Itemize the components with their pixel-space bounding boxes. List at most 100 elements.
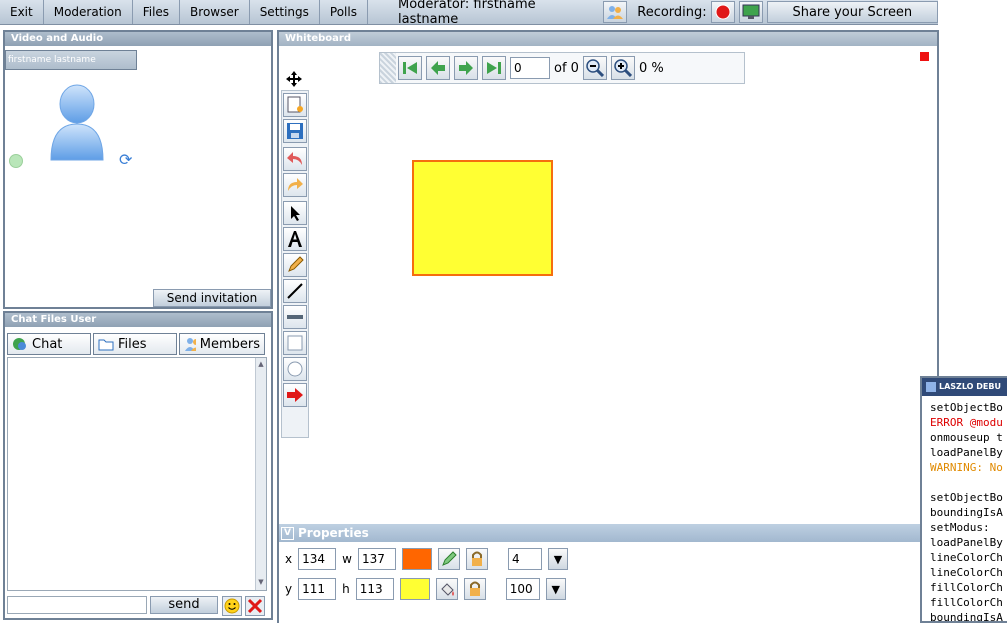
screen-share-icon-button[interactable] <box>738 1 763 23</box>
prev-page-icon <box>431 61 445 75</box>
page-number-input[interactable]: 0 <box>510 57 550 79</box>
paint-bucket-icon <box>441 583 454 596</box>
first-page-button[interactable] <box>398 56 422 80</box>
video-username: firstname lastname <box>5 50 137 70</box>
properties-title: Properties <box>298 526 369 540</box>
y-field[interactable]: 111 <box>298 578 337 600</box>
tab-files[interactable]: Files <box>93 333 177 355</box>
scroll-down-icon[interactable]: ▼ <box>257 578 265 588</box>
zoom-in-button[interactable] <box>610 56 635 80</box>
tab-members[interactable]: Members <box>179 333 265 355</box>
text-tool-button[interactable] <box>283 227 307 251</box>
smiley-icon[interactable] <box>222 596 242 616</box>
y-label: y <box>285 582 293 596</box>
rectangle-tool-button[interactable] <box>283 331 307 355</box>
send-button[interactable]: send <box>150 596 218 614</box>
moderator-users-button[interactable] <box>603 1 628 23</box>
line-tool-button[interactable] <box>283 279 307 303</box>
tab-chat[interactable]: Chat <box>7 333 91 355</box>
moderator-label: Moderator: firstname lastname <box>397 0 536 27</box>
chat-input[interactable] <box>7 596 147 614</box>
menu-exit[interactable]: Exit <box>0 0 44 24</box>
whiteboard-panel: Whiteboard 0 of 0 0 % V Properties x 134… <box>277 30 939 623</box>
prev-page-button[interactable] <box>426 56 450 80</box>
opacity-select[interactable]: 100 <box>505 578 540 600</box>
audio-level-icon <box>9 154 23 168</box>
line-width-select[interactable]: 4 <box>507 548 542 570</box>
ellipse-tool-button[interactable] <box>283 357 307 381</box>
line-color-swatch[interactable] <box>401 548 432 570</box>
page-count-label: of 0 <box>554 60 579 76</box>
menu-browser[interactable]: Browser <box>180 0 250 24</box>
undo-button[interactable] <box>283 147 307 171</box>
line-pencil-button[interactable] <box>437 548 460 570</box>
users-icon <box>607 6 624 19</box>
zoom-out-button[interactable] <box>582 56 607 80</box>
clear-chat-icon[interactable] <box>245 596 265 616</box>
pointer-tool-button[interactable] <box>283 201 307 225</box>
menu-settings[interactable]: Settings <box>250 0 320 24</box>
refresh-icon[interactable]: ⟳ <box>119 150 132 169</box>
first-page-icon <box>403 62 417 74</box>
line-lock-button[interactable] <box>465 548 488 570</box>
w-field[interactable]: 137 <box>357 548 396 570</box>
x-field[interactable]: 134 <box>298 548 337 570</box>
menu-polls[interactable]: Polls <box>320 0 368 24</box>
properties-header[interactable]: V Properties <box>279 524 937 542</box>
nav-grip <box>380 53 396 83</box>
folder-icon <box>98 339 114 351</box>
chat-panel-title: Chat Files User <box>5 313 271 327</box>
chat-scrollbar[interactable]: ▲ ▼ <box>255 358 266 590</box>
whiteboard-rectangle-shape[interactable] <box>412 160 553 276</box>
chevron-down-icon: ▼ <box>553 552 563 566</box>
properties-row-top: x 134 w 137 4 ▼ <box>285 548 568 570</box>
send-invitation-button[interactable]: Send invitation <box>153 289 271 307</box>
pencil-icon <box>442 551 457 566</box>
recording-label: Recording: <box>637 4 707 20</box>
collapse-icon[interactable]: V <box>281 526 294 540</box>
tab-members-label: Members <box>199 336 260 352</box>
next-page-button[interactable] <box>454 56 478 80</box>
menu-files[interactable]: Files <box>133 0 181 24</box>
scroll-up-icon[interactable]: ▲ <box>257 360 265 370</box>
debugger-log-line: loadPanelBy <box>930 446 1003 459</box>
menu-bar: Exit Moderation Files Browser Settings P… <box>0 0 938 27</box>
fill-bucket-button[interactable] <box>435 578 458 600</box>
save-button[interactable] <box>283 119 307 143</box>
fill-color-swatch[interactable] <box>399 578 430 600</box>
properties-panel: V Properties x 134 w 137 4 ▼ y 111 h 113… <box>279 524 937 623</box>
opacity-dropdown[interactable]: ▼ <box>545 578 566 600</box>
drawing-toolbox <box>281 90 309 438</box>
arrow-tool-button[interactable] <box>283 383 307 407</box>
share-screen-button[interactable]: Share your Screen <box>766 1 938 23</box>
debugger-window[interactable]: LASZLO DEBU setObjectBo ERROR @modu onmous… <box>920 376 1007 623</box>
debugger-log-line: ERROR @modu <box>930 416 1003 429</box>
video-audio-title: Video and Audio <box>5 32 271 46</box>
new-document-button[interactable] <box>283 93 307 117</box>
debugger-titlebar[interactable]: LASZLO DEBU <box>922 378 1007 396</box>
chat-tabs: Chat Files Members <box>7 333 265 355</box>
zoom-out-icon <box>586 59 604 77</box>
w-label: w <box>342 552 352 566</box>
line-width-dropdown[interactable]: ▼ <box>547 548 568 570</box>
menu-moderation[interactable]: Moderation <box>44 0 133 24</box>
redo-button[interactable] <box>283 173 307 197</box>
debugger-log-line: lineColorCh <box>930 551 1003 564</box>
chat-icon <box>13 338 26 350</box>
move-icon[interactable] <box>285 70 305 87</box>
fill-lock-button[interactable] <box>463 578 486 600</box>
pencil-tool-button[interactable] <box>283 253 307 277</box>
page-navigation: 0 of 0 0 % <box>379 52 745 84</box>
last-page-button[interactable] <box>482 56 506 80</box>
h-field[interactable]: 113 <box>355 578 394 600</box>
chat-message-area[interactable]: ▲ ▼ <box>7 357 267 591</box>
redo-icon <box>288 178 303 191</box>
record-button[interactable] <box>710 1 735 23</box>
pencil-icon <box>288 256 304 272</box>
undo-icon <box>287 152 302 165</box>
highlighter-tool-button[interactable] <box>283 305 307 329</box>
debugger-log: setObjectBo ERROR @modu onmouseup t loadPan… <box>922 396 1007 621</box>
debugger-log-line: setModus: <box>930 521 990 534</box>
pointer-icon <box>291 206 300 221</box>
user-avatar-icon <box>50 84 104 161</box>
